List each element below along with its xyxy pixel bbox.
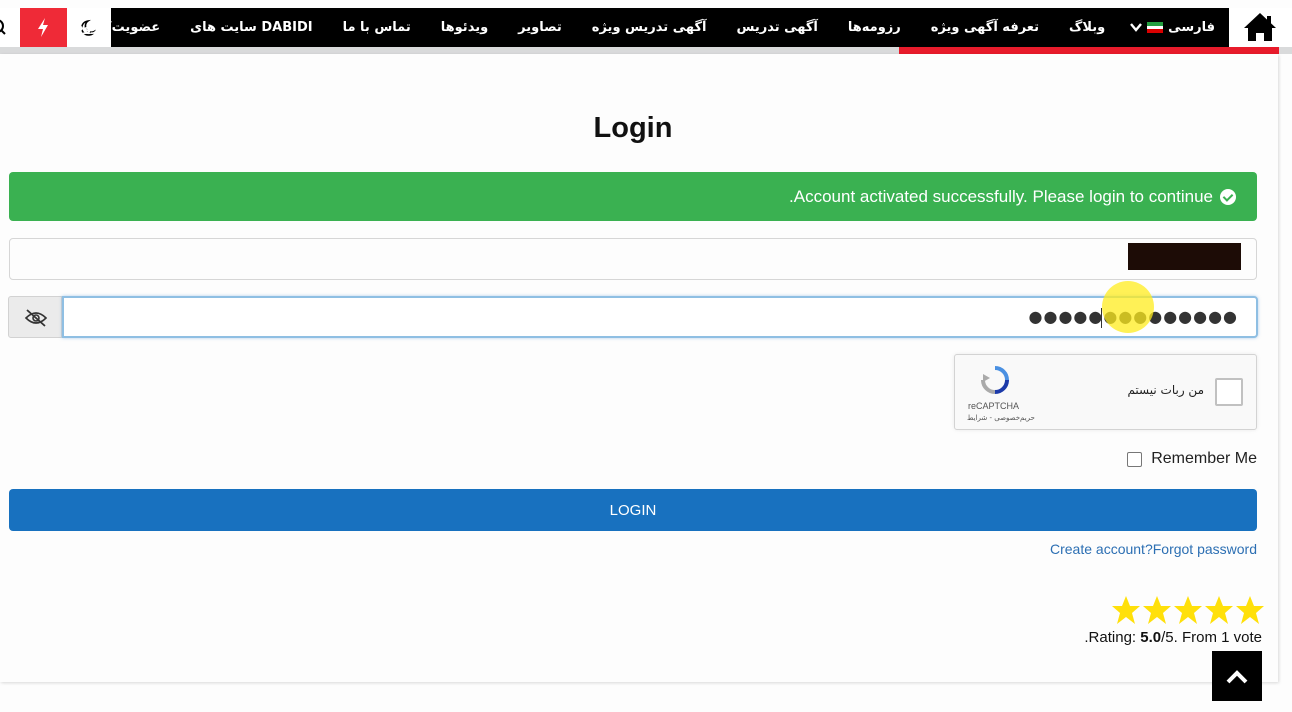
toggle-password-button[interactable] xyxy=(8,296,62,338)
star-icon[interactable] xyxy=(1142,595,1172,625)
check-circle-icon xyxy=(1220,188,1236,205)
recaptcha-terms-link[interactable]: حریم‌خصوصی - شرایط xyxy=(967,414,1035,422)
search-icon xyxy=(0,19,6,35)
page-title: Login xyxy=(593,112,673,144)
chevron-down-icon xyxy=(1130,23,1143,32)
rating-value: 5.0 xyxy=(1140,629,1162,646)
star-icon[interactable] xyxy=(1204,595,1234,625)
top-navbar: فارسی وبلاگ تعرفه آگهی ویژه رزومه‌ها آگه… xyxy=(0,8,1292,47)
recaptcha-brand: reCAPTCHA xyxy=(968,401,1020,411)
remember-me-checkbox[interactable] xyxy=(1127,451,1143,467)
redacted-username xyxy=(1128,243,1241,270)
language-selector[interactable]: فارسی xyxy=(1120,20,1229,35)
password-group: ●●●●●●●●●●●●●● xyxy=(8,296,1258,338)
reading-progress-fill xyxy=(899,47,1279,54)
language-label: فارسی xyxy=(1168,20,1215,35)
nav-item-register-login[interactable]: عضویت/ورود xyxy=(62,20,176,35)
username-field[interactable] xyxy=(9,238,1257,280)
nav-menu: فارسی وبلاگ تعرفه آگهی ویژه رزومه‌ها آگه… xyxy=(62,8,1229,47)
eye-slash-icon xyxy=(24,309,48,327)
rating-text: .Rating: 5.0/5. From 1 vote xyxy=(1084,629,1262,646)
nav-item-featured-teaching-ads[interactable]: آگهی تدریس ویژه xyxy=(577,20,722,35)
home-button[interactable] xyxy=(1229,8,1292,47)
flash-button[interactable] xyxy=(20,8,67,47)
login-button[interactable]: LOGIN xyxy=(9,489,1257,531)
star-icon[interactable] xyxy=(1173,595,1203,625)
success-alert: .Account activated successfully. Please … xyxy=(9,172,1257,221)
recaptcha-checkbox[interactable] xyxy=(1215,378,1243,406)
password-field[interactable]: ●●●●●●●●●●●●●● xyxy=(62,296,1258,338)
star-icon[interactable] xyxy=(1235,595,1265,625)
rating-suffix: /5. From 1 vote xyxy=(1161,629,1262,646)
recaptcha-logo-icon xyxy=(981,366,1009,394)
recaptcha-label: من ربات نیستم xyxy=(1127,383,1204,397)
rating-prefix: .Rating: xyxy=(1084,629,1141,646)
nav-item-videos[interactable]: ویدئوها xyxy=(426,20,503,35)
cursor-highlight xyxy=(1102,281,1154,333)
back-to-top-button[interactable] xyxy=(1212,651,1262,701)
nav-item-resumes[interactable]: رزومه‌ها xyxy=(833,20,916,35)
home-icon xyxy=(1244,13,1276,41)
star-icon[interactable] xyxy=(1111,595,1141,625)
flash-icon xyxy=(38,18,48,37)
nav-item-contact[interactable]: تماس با ما xyxy=(328,20,426,35)
iran-flag-icon xyxy=(1147,22,1164,33)
alert-text: .Account activated successfully. Please … xyxy=(789,186,1213,206)
rating-stars xyxy=(1111,595,1265,625)
nav-item-featured-pricing[interactable]: تعرفه آگهی ویژه xyxy=(916,20,1054,35)
remember-me-label: Remember Me xyxy=(1151,450,1257,467)
remember-me: Remember Me xyxy=(1127,450,1257,468)
account-links[interactable]: Create account?Forgot password xyxy=(1050,541,1257,557)
nav-item-dabidi-sites[interactable]: سایت های DABIDI xyxy=(175,20,327,35)
search-button[interactable] xyxy=(0,8,20,47)
chevron-up-icon xyxy=(1226,670,1248,684)
nav-item-teaching-ads[interactable]: آگهی تدریس xyxy=(721,20,832,35)
recaptcha-widget: من ربات نیستم reCAPTCHA حریم‌خصوصی - شرا… xyxy=(954,354,1257,430)
nav-item-images[interactable]: تصاویر xyxy=(503,20,577,35)
nav-item-blog[interactable]: وبلاگ xyxy=(1054,20,1120,35)
